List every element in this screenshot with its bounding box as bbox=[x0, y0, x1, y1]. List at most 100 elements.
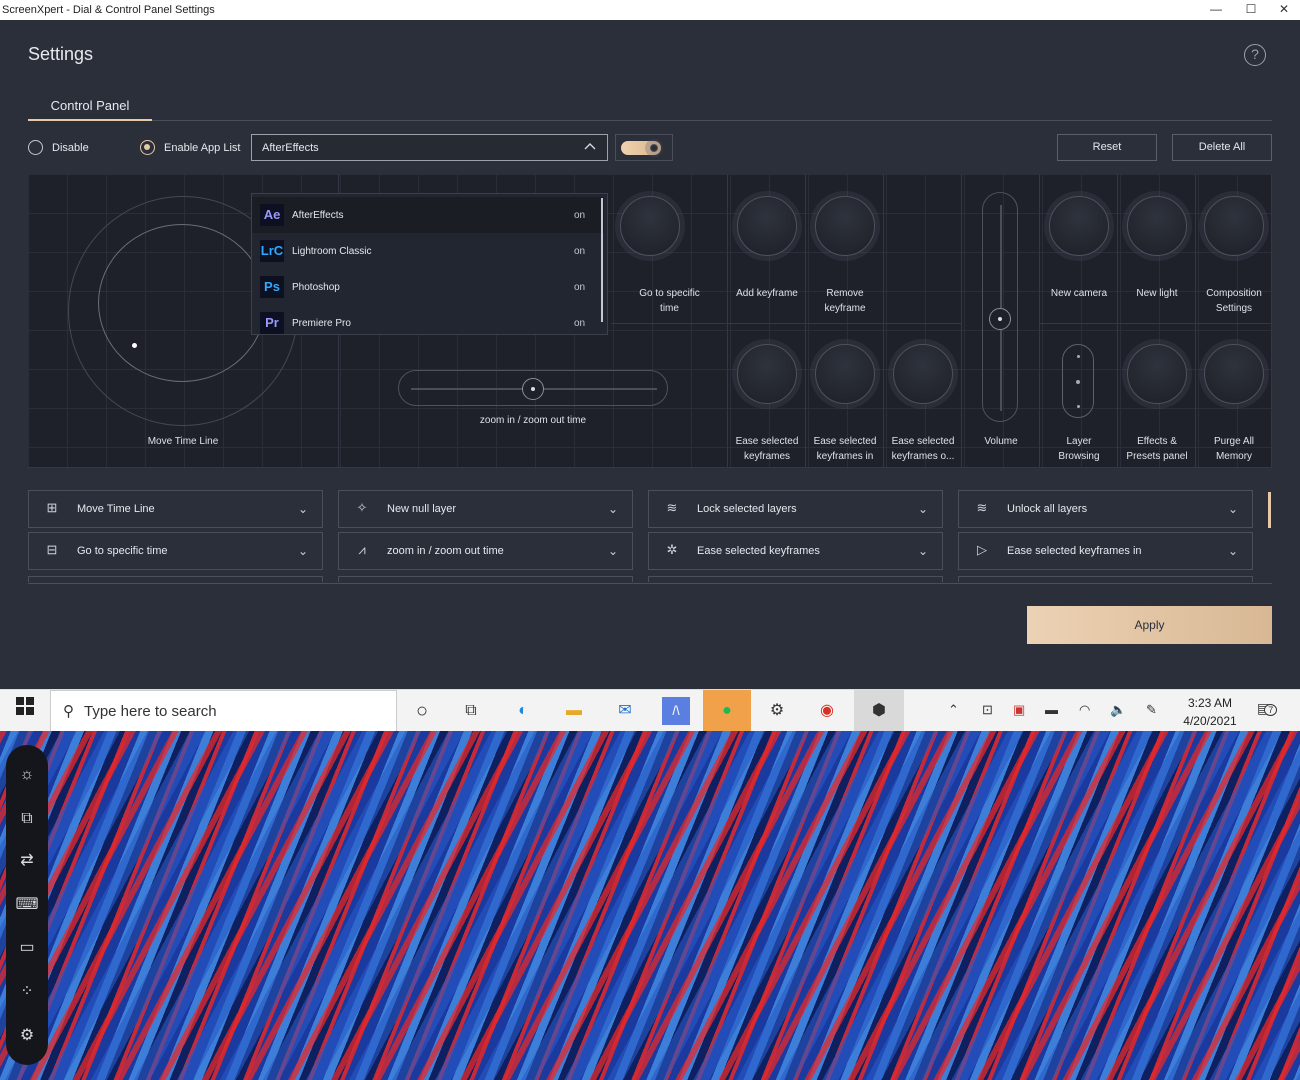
link-icon[interactable]: ⇄ bbox=[15, 849, 39, 873]
dial-indicator bbox=[132, 343, 137, 348]
apply-button[interactable]: Apply bbox=[1027, 606, 1272, 644]
chevron-down-icon: ⌄ bbox=[608, 544, 619, 558]
assignment-select[interactable]: ≋ Unlock all layers ⌄ bbox=[958, 490, 1253, 528]
file-explorer-icon[interactable]: ▬ bbox=[560, 697, 588, 725]
layer-browsing-label: Layer Browsing bbox=[1058, 436, 1100, 462]
clock-time: 3:23 AM bbox=[1187, 696, 1233, 710]
app-option-photoshop[interactable]: Ps Photoshop on bbox=[252, 269, 604, 305]
new-light-knob[interactable] bbox=[1127, 196, 1187, 256]
chevron-down-icon: ⌄ bbox=[298, 544, 309, 558]
app-select-value: AfterEffects bbox=[262, 142, 319, 154]
assignment-select[interactable]: ✧ New null layer ⌄ bbox=[338, 490, 633, 528]
radio-on-icon bbox=[140, 140, 155, 155]
dropdown-scrollbar[interactable] bbox=[601, 198, 603, 322]
taskbar-clock[interactable]: 3:23 AM 4/20/2021 bbox=[1178, 694, 1242, 730]
app-option-premiere[interactable]: Pr Premiere Pro on bbox=[252, 305, 604, 341]
zoom-time-icon: ⩘ bbox=[358, 542, 366, 557]
mail-icon[interactable]: ✉ bbox=[611, 697, 639, 725]
assignments-divider bbox=[28, 583, 1272, 584]
composition-knob[interactable] bbox=[1204, 196, 1264, 256]
security-icon[interactable]: ▣ bbox=[1013, 702, 1025, 718]
pen-tray-icon[interactable]: ✎ bbox=[1146, 702, 1157, 718]
brightness-icon[interactable]: ☼ bbox=[15, 763, 39, 787]
effects-knob[interactable] bbox=[1127, 344, 1187, 404]
chevron-up-tray-icon[interactable]: ⌃ bbox=[948, 702, 959, 718]
taskbar-search-input[interactable]: ⚲ Type here to search bbox=[50, 690, 397, 732]
search-placeholder: Type here to search bbox=[84, 702, 217, 720]
ease-kf-out-knob[interactable] bbox=[893, 344, 953, 404]
task-view-icon[interactable]: ⧉ bbox=[457, 697, 485, 725]
app-select[interactable]: AfterEffects bbox=[251, 134, 608, 161]
assignment-select[interactable]: ⊞ Move Time Line ⌄ bbox=[28, 490, 323, 528]
dial-label: Move Time Line bbox=[147, 436, 219, 447]
remove-keyframe-knob[interactable] bbox=[815, 196, 875, 256]
edge-icon[interactable]: ◐ bbox=[509, 697, 537, 725]
maximize-button[interactable]: ☐ bbox=[1233, 2, 1269, 18]
enable-app-list-radio[interactable]: Enable App List bbox=[140, 140, 240, 155]
wifi-icon[interactable]: ◠ bbox=[1079, 702, 1090, 718]
app-option-name: Photoshop bbox=[292, 281, 340, 293]
purge-knob[interactable] bbox=[1204, 344, 1264, 404]
assignment-select[interactable]: ≋ Lock selected layers ⌄ bbox=[648, 490, 943, 528]
screenxpert-icon[interactable]: ⬢ bbox=[854, 690, 904, 732]
assignment-select[interactable]: ▷ Ease selected keyframes in ⌄ bbox=[958, 532, 1253, 570]
goto-knob[interactable] bbox=[620, 196, 680, 256]
new-camera-knob[interactable] bbox=[1049, 196, 1109, 256]
ease-kf-label: Ease selected keyframes bbox=[735, 436, 799, 462]
assignment-label: Ease selected keyframes in bbox=[1007, 545, 1142, 557]
tab-divider bbox=[28, 120, 1272, 121]
dial[interactable] bbox=[98, 224, 266, 382]
settings-icon[interactable]: ⚙ bbox=[15, 1024, 39, 1048]
volume-icon[interactable]: 🔈 bbox=[1110, 702, 1126, 718]
assignment-row-partial bbox=[648, 576, 943, 582]
assignment-select[interactable]: ⊟ Go to specific time ⌄ bbox=[28, 532, 323, 570]
ease-kf-knob[interactable] bbox=[737, 344, 797, 404]
app-option-name: AfterEffects bbox=[292, 209, 344, 221]
minimize-button[interactable]: — bbox=[1198, 2, 1234, 18]
laptop-icon[interactable]: ▭ bbox=[15, 936, 39, 960]
ease-kf-in-knob[interactable] bbox=[815, 344, 875, 404]
assignment-row-partial bbox=[958, 576, 1253, 582]
slider-thumb[interactable] bbox=[522, 378, 544, 400]
battery-icon[interactable]: ▬ bbox=[1045, 702, 1058, 717]
assignment-row-partial bbox=[28, 576, 323, 582]
reset-button[interactable]: Reset bbox=[1057, 134, 1157, 161]
assignments-scrollbar[interactable] bbox=[1268, 492, 1271, 528]
apps-icon[interactable]: ⁘ bbox=[15, 980, 39, 1004]
radio-off-icon bbox=[28, 140, 43, 155]
empty-cell bbox=[884, 174, 962, 324]
notification-icon[interactable]: ▤7 bbox=[1257, 700, 1278, 717]
layer-browsing-scroller[interactable] bbox=[1062, 344, 1094, 418]
volume-thumb[interactable] bbox=[989, 308, 1011, 330]
null-layer-icon: ✧ bbox=[356, 500, 368, 515]
windows-start-icon[interactable] bbox=[11, 697, 39, 725]
app-option-name: Premiere Pro bbox=[292, 317, 351, 329]
zoom-slider[interactable] bbox=[398, 370, 668, 406]
assignment-label: Unlock all layers bbox=[1007, 503, 1088, 515]
windows-icon[interactable]: ⧉ bbox=[15, 807, 39, 831]
cortana-icon[interactable]: ○ bbox=[408, 697, 436, 725]
app-option-lightroom[interactable]: LrC Lightroom Classic on bbox=[252, 233, 604, 269]
spotify-icon[interactable]: ● bbox=[703, 690, 751, 732]
device-icon[interactable]: ⊡ bbox=[982, 702, 993, 718]
notification-count: 7 bbox=[1264, 704, 1278, 716]
pen-app-icon[interactable]: /\ bbox=[662, 697, 690, 725]
app-option-aftereffects[interactable]: Ae AfterEffects on bbox=[252, 197, 604, 233]
volume-slider[interactable] bbox=[982, 192, 1018, 422]
add-keyframe-knob[interactable] bbox=[737, 196, 797, 256]
help-icon[interactable]: ? bbox=[1244, 44, 1266, 66]
app-toggle[interactable] bbox=[621, 141, 661, 155]
keyboard-icon[interactable]: ⌨ bbox=[15, 893, 39, 917]
lightroom-logo-icon: LrC bbox=[260, 240, 284, 262]
settings-gear-icon[interactable]: ⚙ bbox=[763, 697, 791, 725]
ease-kf-in-label: Ease selected keyframes in bbox=[813, 436, 877, 462]
disable-radio[interactable]: Disable bbox=[28, 140, 89, 155]
settings-window: Settings ? Control Panel Disable Enable … bbox=[0, 20, 1300, 689]
delete-all-button[interactable]: Delete All bbox=[1172, 134, 1272, 161]
tab-control-panel[interactable]: Control Panel bbox=[28, 98, 152, 121]
assignment-select[interactable]: ⩘ zoom in / zoom out time ⌄ bbox=[338, 532, 633, 570]
close-button[interactable]: ✕ bbox=[1266, 2, 1300, 18]
assignment-select[interactable]: ✲ Ease selected keyframes ⌄ bbox=[648, 532, 943, 570]
chrome-icon[interactable]: ◉ bbox=[813, 697, 841, 725]
chevron-down-icon: ⌄ bbox=[298, 502, 309, 516]
